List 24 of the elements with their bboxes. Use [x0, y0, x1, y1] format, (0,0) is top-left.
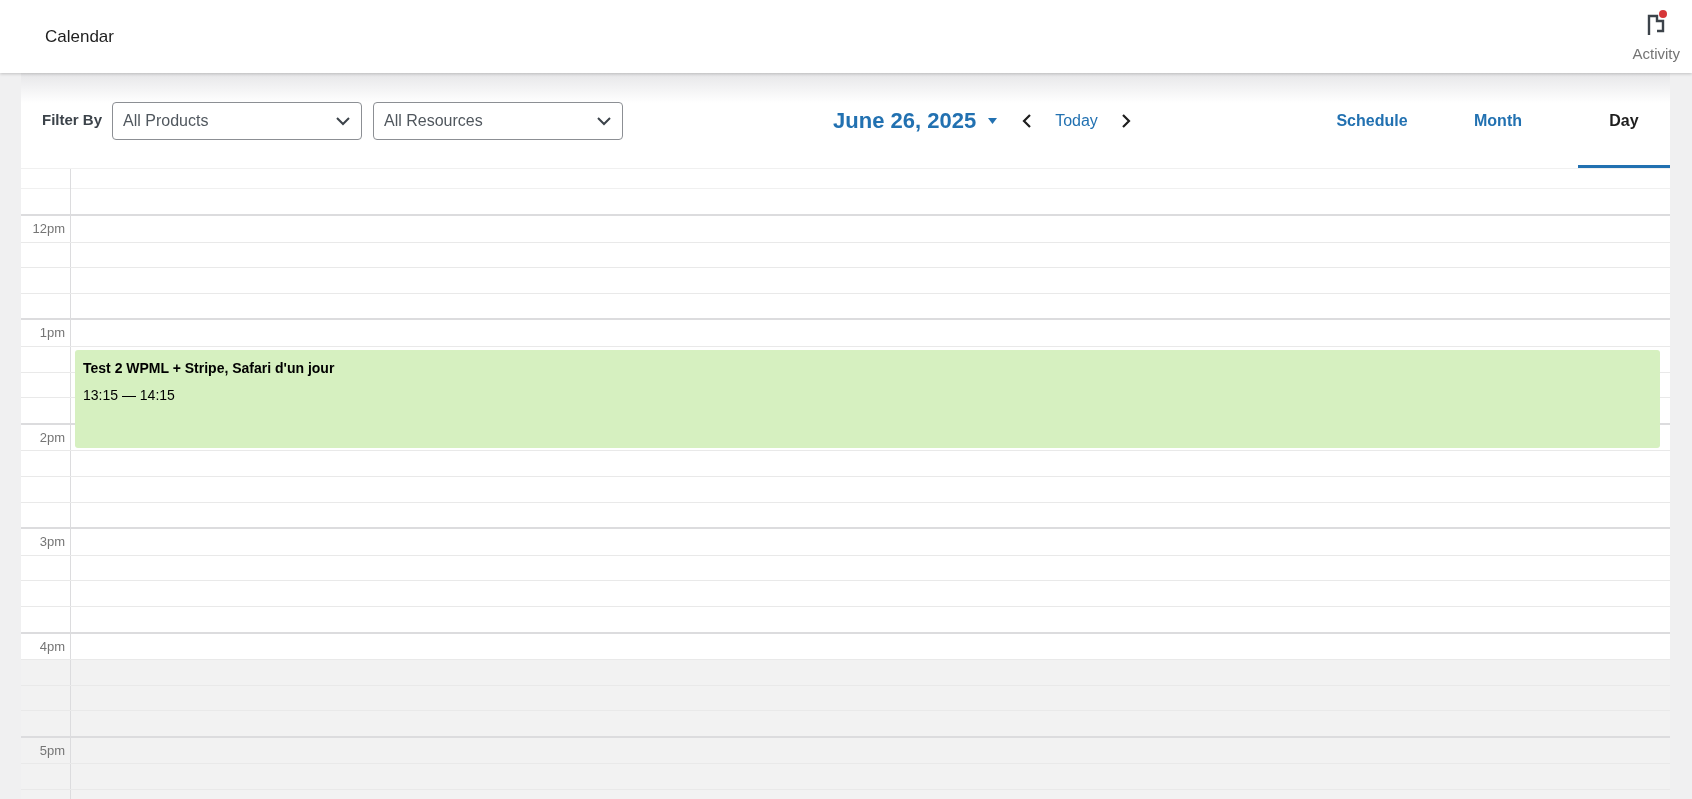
- event-title: Test 2 WPML + Stripe, Safari d'un jour: [83, 358, 336, 378]
- hour-label: 4pm: [39, 637, 65, 656]
- hour-label: 2pm: [39, 428, 65, 447]
- filter-label: Filter By: [42, 110, 102, 131]
- today-link[interactable]: Today: [1055, 108, 1098, 133]
- next-icon[interactable]: [1120, 112, 1131, 129]
- hour-label: 12pm: [32, 220, 65, 239]
- hour-label: 5pm: [39, 741, 65, 760]
- event-time: 13:15 — 14:15: [83, 385, 176, 405]
- page-title: Calendar: [45, 25, 114, 48]
- date-picker[interactable]: June 26, 2025: [833, 104, 998, 137]
- view-tab[interactable]: Month: [1452, 73, 1544, 168]
- chevron-down-icon: [335, 115, 351, 126]
- view-tab[interactable]: Day: [1578, 73, 1670, 168]
- event-card[interactable]: Test 2 WPML + Stripe, Safari d'un jour 13:15 — 14:15: [75, 349, 1660, 448]
- filter-select[interactable]: All Products: [112, 101, 362, 140]
- chevron-down-icon: [596, 115, 612, 126]
- activity-button[interactable]: Activity: [1632, 7, 1680, 66]
- view-tab[interactable]: Schedule: [1326, 73, 1418, 168]
- caret-icon: [988, 117, 998, 124]
- hour-label: 3pm: [39, 533, 65, 552]
- previous-icon[interactable]: [1022, 112, 1033, 129]
- hour-label: 1pm: [39, 324, 65, 343]
- filter-select[interactable]: All Resources: [373, 101, 623, 140]
